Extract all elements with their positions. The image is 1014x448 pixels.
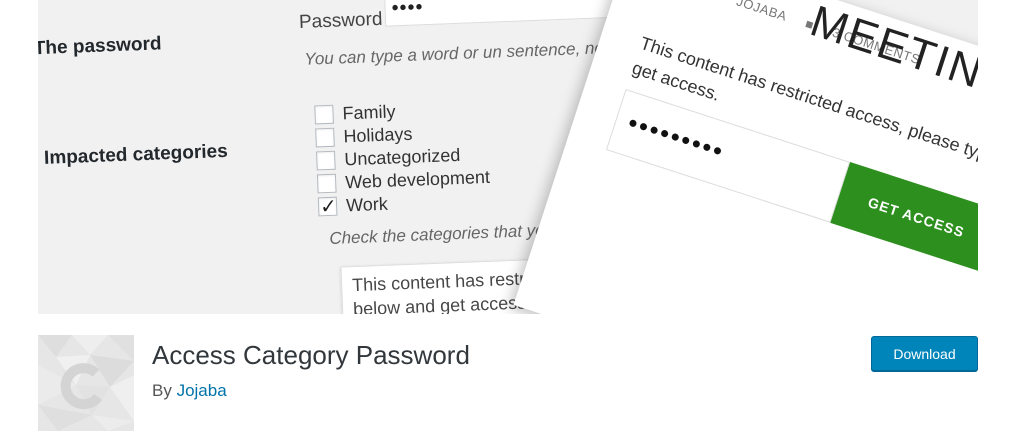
plugin-banner: The password Password •••• You can type …: [38, 0, 978, 314]
author-prefix: By: [152, 381, 172, 400]
password-field-label: Password: [298, 8, 383, 33]
plugin-title: Access Category Password: [152, 340, 470, 370]
plugin-author-line: By Jojaba: [152, 381, 227, 401]
post-author: JOJABA: [734, 0, 789, 24]
category-label: Family: [342, 101, 396, 124]
category-checkbox-checked[interactable]: [317, 196, 338, 217]
category-checkbox[interactable]: [316, 173, 337, 194]
download-button[interactable]: Download: [871, 336, 978, 371]
category-checklist: Family Holidays Uncategorized Web develo…: [314, 97, 491, 219]
category-checkbox[interactable]: [314, 104, 334, 125]
category-label: Holidays: [343, 123, 413, 147]
category-label: Uncategorized: [343, 144, 461, 170]
user-icon: ●: [708, 0, 721, 2]
category-checkbox[interactable]: [316, 150, 336, 171]
category-label: Work: [345, 193, 389, 216]
category-checkbox[interactable]: [315, 127, 335, 148]
author-link[interactable]: Jojaba: [177, 381, 227, 400]
categories-row-label: Impacted categories: [43, 140, 229, 169]
password-input[interactable]: ••••: [383, 0, 626, 27]
plugin-icon: [38, 335, 134, 431]
password-row-label: The password: [38, 33, 162, 60]
